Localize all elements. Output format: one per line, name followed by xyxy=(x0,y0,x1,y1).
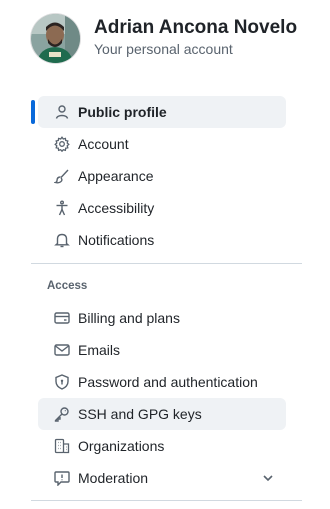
nav-label: Accessibility xyxy=(78,200,155,216)
nav-item-billing[interactable]: Billing and plans xyxy=(38,302,286,334)
nav-label: Moderation xyxy=(78,470,149,486)
settings-sidebar: Adrian Ancona Novelo Your personal accou… xyxy=(0,0,330,509)
paintbrush-icon xyxy=(54,168,70,184)
shield-lock-icon xyxy=(54,374,70,390)
nav-item-account[interactable]: Account xyxy=(38,128,286,160)
nav-label: Account xyxy=(78,136,129,152)
credit-card-icon xyxy=(54,310,70,326)
nav-item-emails[interactable]: Emails xyxy=(38,334,286,366)
profile-header: Adrian Ancona Novelo Your personal accou… xyxy=(31,14,297,63)
person-icon xyxy=(54,104,70,120)
key-icon xyxy=(54,406,70,422)
nav-label: Billing and plans xyxy=(78,310,180,326)
nav-item-organizations[interactable]: Organizations xyxy=(38,430,286,462)
mail-icon xyxy=(54,342,70,358)
nav-label: Public profile xyxy=(78,104,167,120)
profile-name[interactable]: Adrian Ancona Novelo xyxy=(94,16,297,40)
nav-access: Billing and plans Emails Password and au… xyxy=(31,302,302,494)
nav-item-notifications[interactable]: Notifications xyxy=(38,224,286,256)
nav-label: SSH and GPG keys xyxy=(78,406,202,422)
nav-item-ssh-gpg-keys[interactable]: SSH and GPG keys xyxy=(38,398,286,430)
nav-label: Organizations xyxy=(78,438,165,454)
nav-item-password-authentication[interactable]: Password and authentication xyxy=(38,366,286,398)
chevron-down-icon[interactable] xyxy=(260,470,276,486)
nav-item-accessibility[interactable]: Accessibility xyxy=(38,192,286,224)
gear-icon xyxy=(54,136,70,152)
organization-icon xyxy=(54,438,70,454)
nav-top: Public profile Account Appearance Access… xyxy=(31,96,302,256)
nav-label: Password and authentication xyxy=(78,374,258,390)
profile-text: Adrian Ancona Novelo Your personal accou… xyxy=(94,16,297,58)
nav-label: Appearance xyxy=(78,168,154,184)
report-icon xyxy=(54,470,70,486)
divider xyxy=(31,263,302,264)
accessibility-icon xyxy=(54,200,70,216)
nav-label: Notifications xyxy=(78,232,155,248)
section-title-access: Access xyxy=(47,280,88,292)
bell-icon xyxy=(54,232,70,248)
nav-item-public-profile[interactable]: Public profile xyxy=(31,96,286,128)
profile-subtitle: Your personal account xyxy=(94,40,233,57)
nav-label: Emails xyxy=(78,342,121,358)
divider xyxy=(31,500,302,501)
nav-item-appearance[interactable]: Appearance xyxy=(38,160,286,192)
nav-item-moderation[interactable]: Moderation xyxy=(38,462,286,494)
avatar[interactable] xyxy=(31,14,80,63)
active-indicator xyxy=(31,100,35,124)
